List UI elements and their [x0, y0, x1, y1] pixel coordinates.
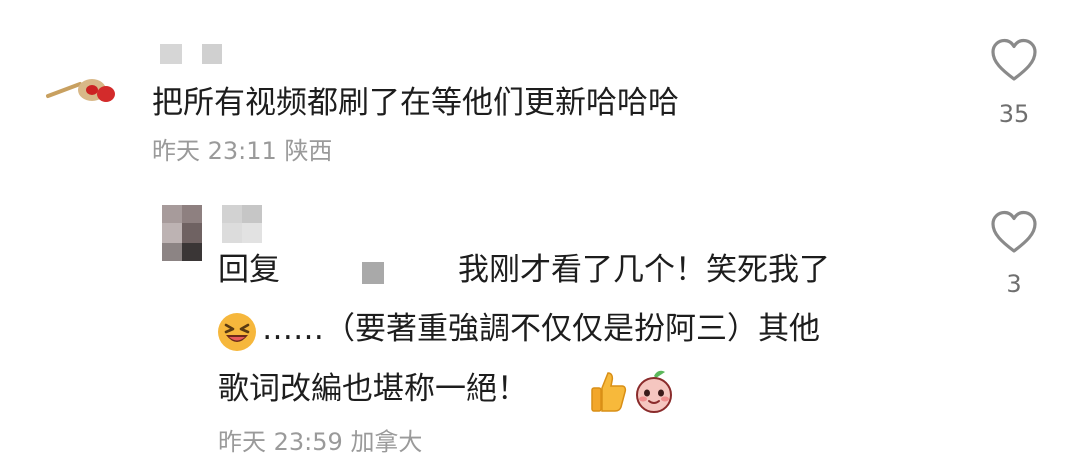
comment-meta: 昨天 23:11 陕西 — [152, 139, 332, 163]
heart-outline-icon — [991, 38, 1037, 81]
grinning-squint-emoji — [216, 311, 258, 353]
reply-text-line1: 我刚才看了几个！笑死我了 — [458, 252, 830, 288]
thumbs-up-emoji — [588, 370, 628, 414]
reply-time: 昨天 23:59 — [218, 428, 343, 456]
reply-like-button[interactable]: 3 — [984, 210, 1044, 300]
like-button[interactable]: 35 — [984, 38, 1044, 128]
reply-prefix: 回复 — [218, 252, 280, 288]
reply-text-line2: ……（要著重強調不仅仅是扮阿三）其他 — [262, 311, 820, 347]
reply-text-line3: 歌词改編也堪称一絕！ — [218, 371, 528, 407]
reply-location: 加拿大 — [350, 428, 423, 456]
comment-location: 陕西 — [284, 137, 333, 165]
heart-outline-icon — [991, 210, 1037, 253]
comment-text: 把所有视频都刷了在等他们更新哈哈哈 — [152, 85, 679, 121]
reply-meta: 昨天 23:59 加拿大 — [218, 430, 422, 454]
like-count: 35 — [998, 100, 1030, 128]
like-count: 3 — [1006, 270, 1022, 298]
comment-time: 昨天 23:11 — [152, 137, 277, 165]
peach-sticker-emoji — [632, 368, 676, 414]
mention-redacted[interactable] — [362, 262, 384, 284]
avatar[interactable] — [40, 64, 120, 114]
